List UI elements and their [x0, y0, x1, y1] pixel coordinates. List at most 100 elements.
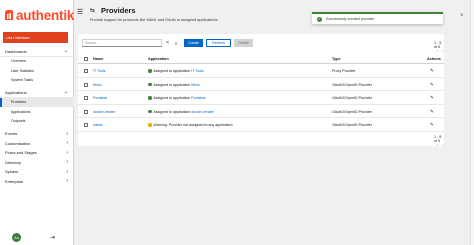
- chevron-right-icon[interactable]: ›: [442, 143, 443, 147]
- close-icon[interactable]: ×: [460, 13, 464, 19]
- type-cell: OAuth2/OpenID Provider: [332, 96, 372, 100]
- edit-icon[interactable]: ✎: [430, 109, 434, 115]
- row-checkbox[interactable]: [84, 123, 88, 127]
- nav-group-label: Events: [5, 131, 18, 137]
- pagination-text: 1 - 5 of 5: [434, 41, 442, 49]
- provider-name-link[interactable]: Portainer: [93, 96, 108, 100]
- edit-icon[interactable]: ✎: [430, 122, 434, 128]
- assignment-text: Warning: Provider not assigned to any ap…: [153, 123, 233, 127]
- check-circle-icon: [148, 69, 152, 73]
- nav-item-providers[interactable]: Providers: [0, 97, 74, 107]
- application-link[interactable]: IT Tools: [191, 69, 203, 73]
- provider-name-link[interactable]: docker-render: [93, 110, 115, 114]
- chevron-left-icon[interactable]: ‹: [437, 143, 438, 147]
- success-toast: ✓ Successfully created provider.: [312, 12, 443, 24]
- type-cell: OAuth2/OpenID Provider: [332, 82, 372, 87]
- assignment-text: Assigned to application: [153, 96, 191, 100]
- row-checkbox[interactable]: [84, 69, 88, 73]
- row-checkbox[interactable]: [84, 109, 88, 114]
- nav-group-directory[interactable]: Directory ›: [0, 158, 74, 168]
- type-cell: OAuth2/OpenID Provider: [332, 123, 372, 127]
- user-interface-button[interactable]: User interface: [3, 32, 68, 43]
- search-placeholder: Search...: [85, 41, 100, 45]
- toast-message: Successfully created provider.: [326, 17, 375, 21]
- edit-icon[interactable]: ✎: [430, 68, 434, 74]
- check-circle-icon: ✓: [317, 16, 322, 22]
- application-cell: Assigned to application docker-render: [148, 109, 214, 114]
- providers-table-card: Search... × ⌕ Create Refresh Delete 1 - …: [78, 34, 444, 147]
- page-title: Providers: [101, 6, 136, 15]
- providers-icon: ⇆: [90, 8, 96, 14]
- select-all-checkbox[interactable]: [84, 57, 88, 61]
- chevron-right-icon: ›: [66, 159, 68, 166]
- nav-group-label: Enterprise: [5, 178, 24, 184]
- nav-item-outposts[interactable]: Outposts: [0, 117, 74, 127]
- nav-group-events[interactable]: Events ›: [0, 129, 74, 139]
- nav-item-user-statistics[interactable]: User Statistics: [0, 66, 74, 76]
- search-input[interactable]: Search... ×: [82, 39, 169, 47]
- nav-group-enterprise[interactable]: Enterprise ›: [0, 177, 74, 187]
- nav-group-applications[interactable]: Applications ⌄: [0, 88, 74, 98]
- chevron-left-icon[interactable]: ‹: [437, 49, 438, 53]
- delete-button[interactable]: Delete: [234, 39, 253, 47]
- column-name[interactable]: Name: [93, 57, 103, 61]
- application-link[interactable]: docker-render: [191, 110, 213, 114]
- chevron-right-icon: ›: [66, 178, 68, 185]
- row-checkbox[interactable]: [84, 96, 88, 100]
- nav-group-label: Flows and Stages: [5, 150, 37, 156]
- scrollbar[interactable]: [470, 0, 474, 245]
- refresh-button[interactable]: Refresh: [206, 39, 231, 47]
- pagination-text: 1 - 5 of 5: [434, 135, 442, 143]
- nav-group-label: System: [5, 169, 19, 175]
- nav-group-customisation[interactable]: Customisation ›: [0, 139, 74, 149]
- warning-icon: [148, 123, 152, 127]
- pagination-bottom: 1 - 5 of 5 ‹ ›: [434, 135, 444, 147]
- application-cell: Assigned to application Portainer: [148, 96, 206, 100]
- nav-item-system-tasks[interactable]: System Tasks: [0, 76, 74, 86]
- table-row: Portainer Assigned to application Portai…: [78, 91, 444, 105]
- application-cell: Assigned to application IT Tools: [148, 69, 204, 73]
- sidebar: authentik User interface Dashboards ⌄ Ov…: [0, 0, 74, 245]
- check-circle-icon: [148, 96, 152, 100]
- nav-group-label: Customisation: [5, 140, 31, 146]
- provider-name-link[interactable]: Miniu: [93, 83, 102, 87]
- avatar[interactable]: AA: [12, 233, 21, 242]
- nav-item-applications[interactable]: Applications: [0, 107, 74, 117]
- column-actions: Actions: [427, 57, 441, 61]
- assignment-text: Assigned to application: [153, 82, 191, 87]
- chevron-down-icon: ⌄: [63, 48, 68, 55]
- create-button[interactable]: Create: [184, 39, 203, 47]
- check-circle-icon: [148, 82, 152, 86]
- nav-group-flows-and-stages[interactable]: Flows and Stages ›: [0, 148, 74, 158]
- edit-icon[interactable]: ✎: [430, 82, 434, 88]
- pagination-top: 1 - 5 of 5 ‹ ›: [434, 41, 444, 53]
- application-link[interactable]: Portainer: [191, 96, 206, 100]
- nav-group-system[interactable]: System ›: [0, 167, 74, 177]
- logout-icon[interactable]: ⇥: [50, 234, 55, 241]
- search-icon[interactable]: ⌕: [171, 39, 181, 47]
- edit-icon[interactable]: ✎: [430, 95, 434, 101]
- column-application: Application: [148, 57, 169, 61]
- clear-icon[interactable]: ×: [166, 40, 169, 46]
- sidebar-nav: Dashboards ⌄ Overview User Statistics Sy…: [0, 47, 74, 186]
- nav-item-overview[interactable]: Overview: [0, 57, 74, 67]
- chevron-right-icon[interactable]: ›: [442, 49, 443, 53]
- application-link[interactable]: Miniu: [191, 83, 200, 87]
- nav-group-dashboards[interactable]: Dashboards ⌄: [0, 47, 74, 57]
- provider-name-link[interactable]: lubelo: [93, 123, 103, 127]
- chevron-right-icon: ›: [66, 149, 68, 156]
- table-header: Name Application Type Actions: [78, 54, 444, 64]
- chevron-right-icon: ›: [66, 168, 68, 175]
- column-type[interactable]: Type: [332, 57, 341, 61]
- provider-name-link[interactable]: IT Tools: [93, 69, 105, 73]
- nav-group-label: Applications: [5, 89, 27, 95]
- chevron-right-icon: ›: [66, 130, 68, 137]
- brand-logo[interactable]: authentik: [3, 5, 74, 25]
- assignment-text: Assigned to application: [153, 69, 191, 73]
- table-toolbar: Search... × ⌕ Create Refresh Delete: [82, 39, 253, 47]
- hamburger-menu-icon[interactable]: ☰: [77, 8, 83, 16]
- application-cell: Warning: Provider not assigned to any ap…: [148, 123, 232, 127]
- table-row: docker-render Assigned to application do…: [78, 105, 444, 118]
- nav-group-label: Dashboards: [5, 48, 27, 54]
- row-checkbox[interactable]: [84, 82, 88, 87]
